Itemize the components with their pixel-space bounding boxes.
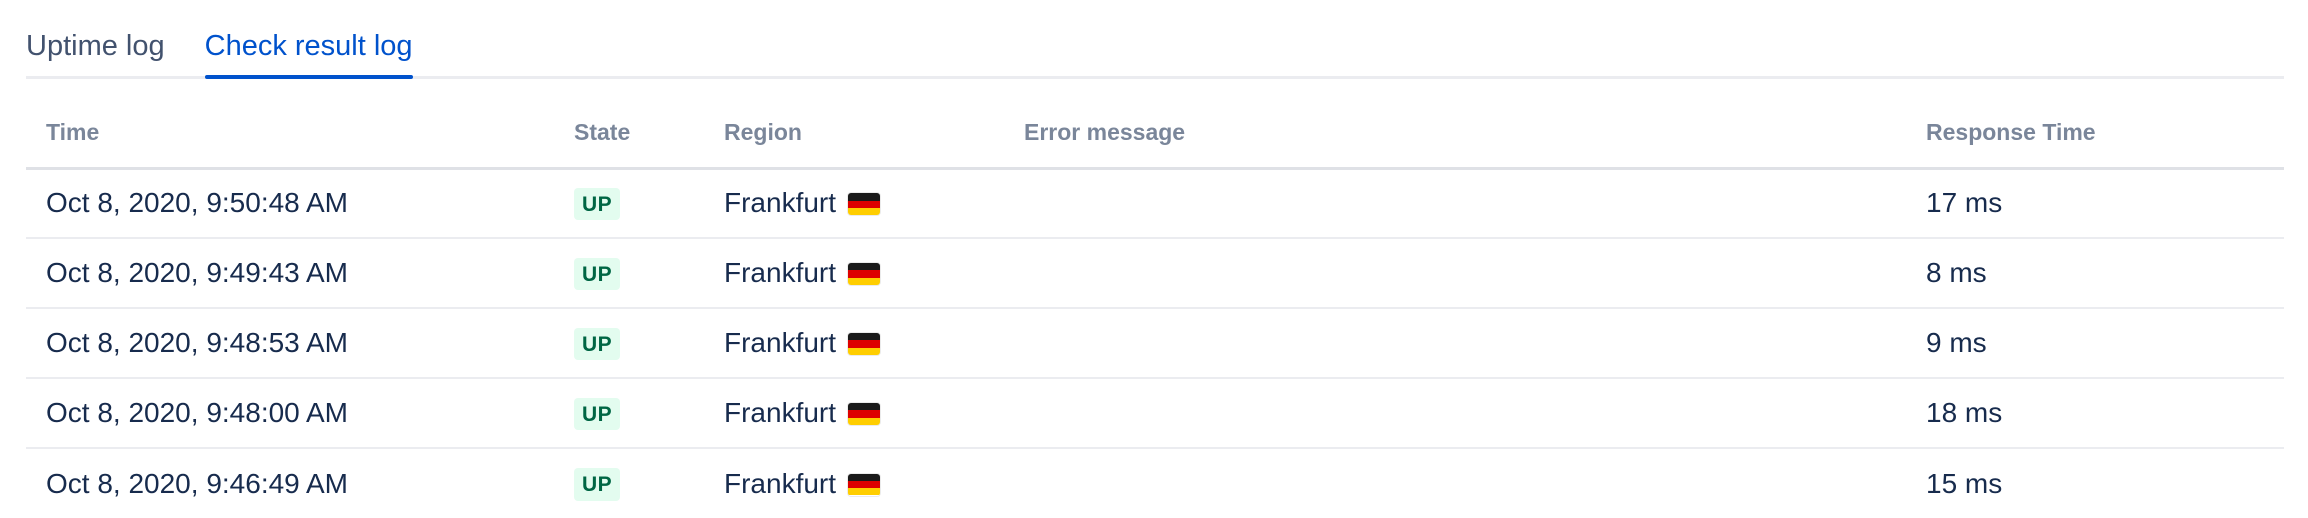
table-header-row: Time State Region Error message Response… [26, 79, 2284, 170]
cell-time: Oct 8, 2020, 9:49:43 AM [26, 238, 554, 309]
region-label: Frankfurt [724, 257, 837, 288]
region-label: Frankfurt [724, 187, 837, 219]
cell-error-message [1004, 378, 1906, 449]
tab-uptime-log[interactable]: Uptime log [26, 0, 165, 76]
region-label: Frankfurt [724, 327, 837, 358]
cell-region: Frankfurt [704, 378, 1004, 449]
status-badge: UP [574, 468, 621, 501]
cell-response-time: 18 ms [1906, 378, 2284, 449]
cell-region: Frankfurt [704, 168, 1004, 239]
cell-state: UP [554, 448, 704, 518]
tab-check-result-log[interactable]: Check result log [204, 0, 413, 79]
cell-time: Oct 8, 2020, 9:46:49 AM [46, 467, 348, 499]
cell-region: Frankfurt [704, 238, 1004, 309]
check-result-table: Time State Region Error message Response… [26, 79, 2284, 518]
check-log-panel: Uptime log Check result log Time State R… [26, 0, 2284, 518]
cell-time: Oct 8, 2020, 9:48:00 AM [26, 378, 554, 449]
cell-response-time: 15 ms [1926, 467, 2003, 499]
germany-flag-icon [848, 263, 881, 285]
germany-flag-icon [848, 193, 881, 216]
table-row[interactable]: Oct 8, 2020, 9:49:43 AM UP Frankfurt 8 m… [26, 238, 2284, 309]
status-badge: UP [574, 257, 621, 291]
column-header-region[interactable]: Region [704, 79, 1004, 170]
column-header-error-message[interactable]: Error message [1004, 79, 1906, 170]
status-badge: UP [574, 397, 621, 431]
cell-error-message [1004, 448, 1906, 518]
table-row[interactable]: Oct 8, 2020, 9:48:00 AM UP Frankfurt 18 … [26, 378, 2284, 449]
germany-flag-icon [848, 333, 881, 355]
region-label: Frankfurt [724, 397, 837, 428]
tab-bar: Uptime log Check result log [26, 0, 2284, 79]
column-header-time[interactable]: Time [26, 79, 554, 170]
cell-response-time: 8 ms [1906, 238, 2284, 309]
cell-region: Frankfurt [704, 308, 1004, 379]
germany-flag-icon [848, 403, 881, 425]
cell-time: Oct 8, 2020, 9:48:53 AM [26, 308, 554, 379]
column-header-state[interactable]: State [554, 79, 704, 170]
cell-error-message [1004, 168, 1906, 239]
cell-region: Frankfurt [704, 448, 1004, 518]
table-row[interactable]: Oct 8, 2020, 9:50:48 AM UP Frankfurt 17 … [26, 168, 2284, 239]
status-badge: UP [574, 188, 621, 221]
germany-flag-icon [848, 473, 881, 496]
table-row[interactable]: Oct 8, 2020, 9:48:53 AM UP Frankfurt 9 m… [26, 308, 2284, 379]
cell-state: UP [554, 238, 704, 309]
region-label: Frankfurt [724, 467, 837, 499]
cell-state: UP [554, 378, 704, 449]
cell-response-time: 17 ms [1906, 168, 2284, 239]
column-header-response-time[interactable]: Response Time [1906, 79, 2284, 170]
cell-state: UP [554, 168, 704, 239]
status-badge: UP [574, 327, 621, 361]
cell-state: UP [554, 308, 704, 379]
cell-error-message [1004, 238, 1906, 309]
table-row[interactable]: Oct 8, 2020, 9:46:49 AM UP Frankfurt 15 … [26, 448, 2284, 518]
cell-time: Oct 8, 2020, 9:50:48 AM [26, 168, 554, 239]
cell-response-time: 9 ms [1906, 308, 2284, 379]
cell-error-message [1004, 308, 1906, 379]
